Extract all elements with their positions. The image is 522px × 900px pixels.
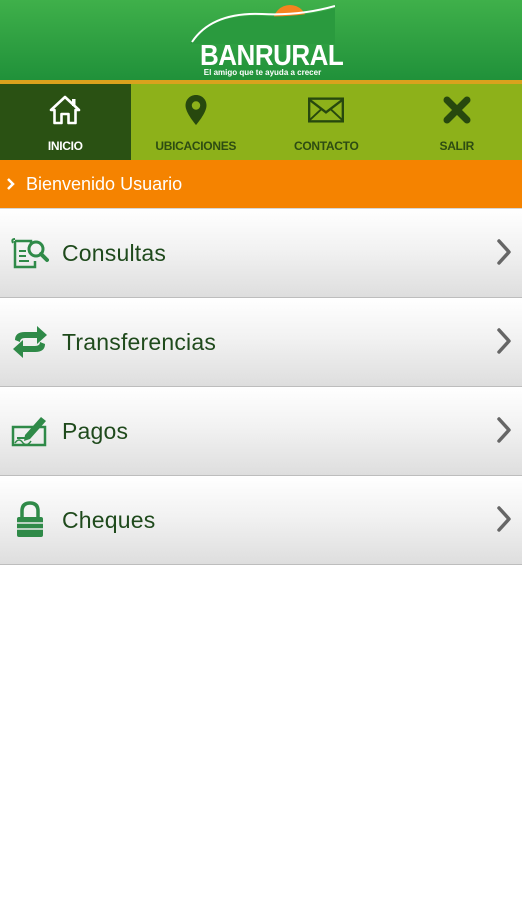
envelope-icon [308,93,345,127]
nav-label-salir: SALIR [439,139,474,153]
menu-item-consultas[interactable]: Consultas [0,209,522,298]
chevron-right-icon [497,506,511,532]
nav-label-inicio: INICIO [47,139,83,153]
menu-label-cheques: Cheques [62,506,156,533]
map-pin-icon [178,93,214,127]
nav-label-ubicaciones: UBICACIONES [155,139,237,153]
banrural-logo: BANRURAL El amigo que te ayuda a crecer [190,4,344,80]
chevron-right-icon [497,417,511,443]
chevron-right-icon [497,328,511,354]
document-search-icon [11,234,49,272]
top-nav: INICIO UBICACIONES CONTACTO SALIR [0,84,522,160]
main-menu: Consultas Transferencias Pagos Cheques [0,208,522,565]
menu-item-pagos[interactable]: Pagos [0,387,522,476]
transfer-arrows-icon [11,323,49,361]
chevron-right-icon [7,178,15,190]
menu-label-consultas: Consultas [62,239,167,266]
welcome-bar: Bienvenido Usuario [0,160,522,208]
close-icon [439,93,475,127]
nav-item-inicio[interactable]: INICIO [0,84,131,160]
menu-label-pagos: Pagos [62,417,129,444]
nav-item-salir[interactable]: SALIR [392,84,522,160]
menu-item-transferencias[interactable]: Transferencias [0,298,522,387]
home-icon [47,93,83,127]
welcome-text: Bienvenido Usuario [26,173,183,194]
brand-tagline: El amigo que te ayuda a crecer [203,68,322,77]
menu-label-transferencias: Transferencias [62,328,217,355]
nav-label-contacto: CONTACTO [294,139,359,153]
nav-item-ubicaciones[interactable]: UBICACIONES [131,84,262,160]
nav-item-contacto[interactable]: CONTACTO [261,84,392,160]
chevron-right-icon [497,239,511,265]
check-sign-icon [11,412,49,450]
app-header: BANRURAL El amigo que te ayuda a crecer [0,0,522,84]
menu-item-cheques[interactable]: Cheques [0,476,522,565]
lock-icon [11,501,49,539]
